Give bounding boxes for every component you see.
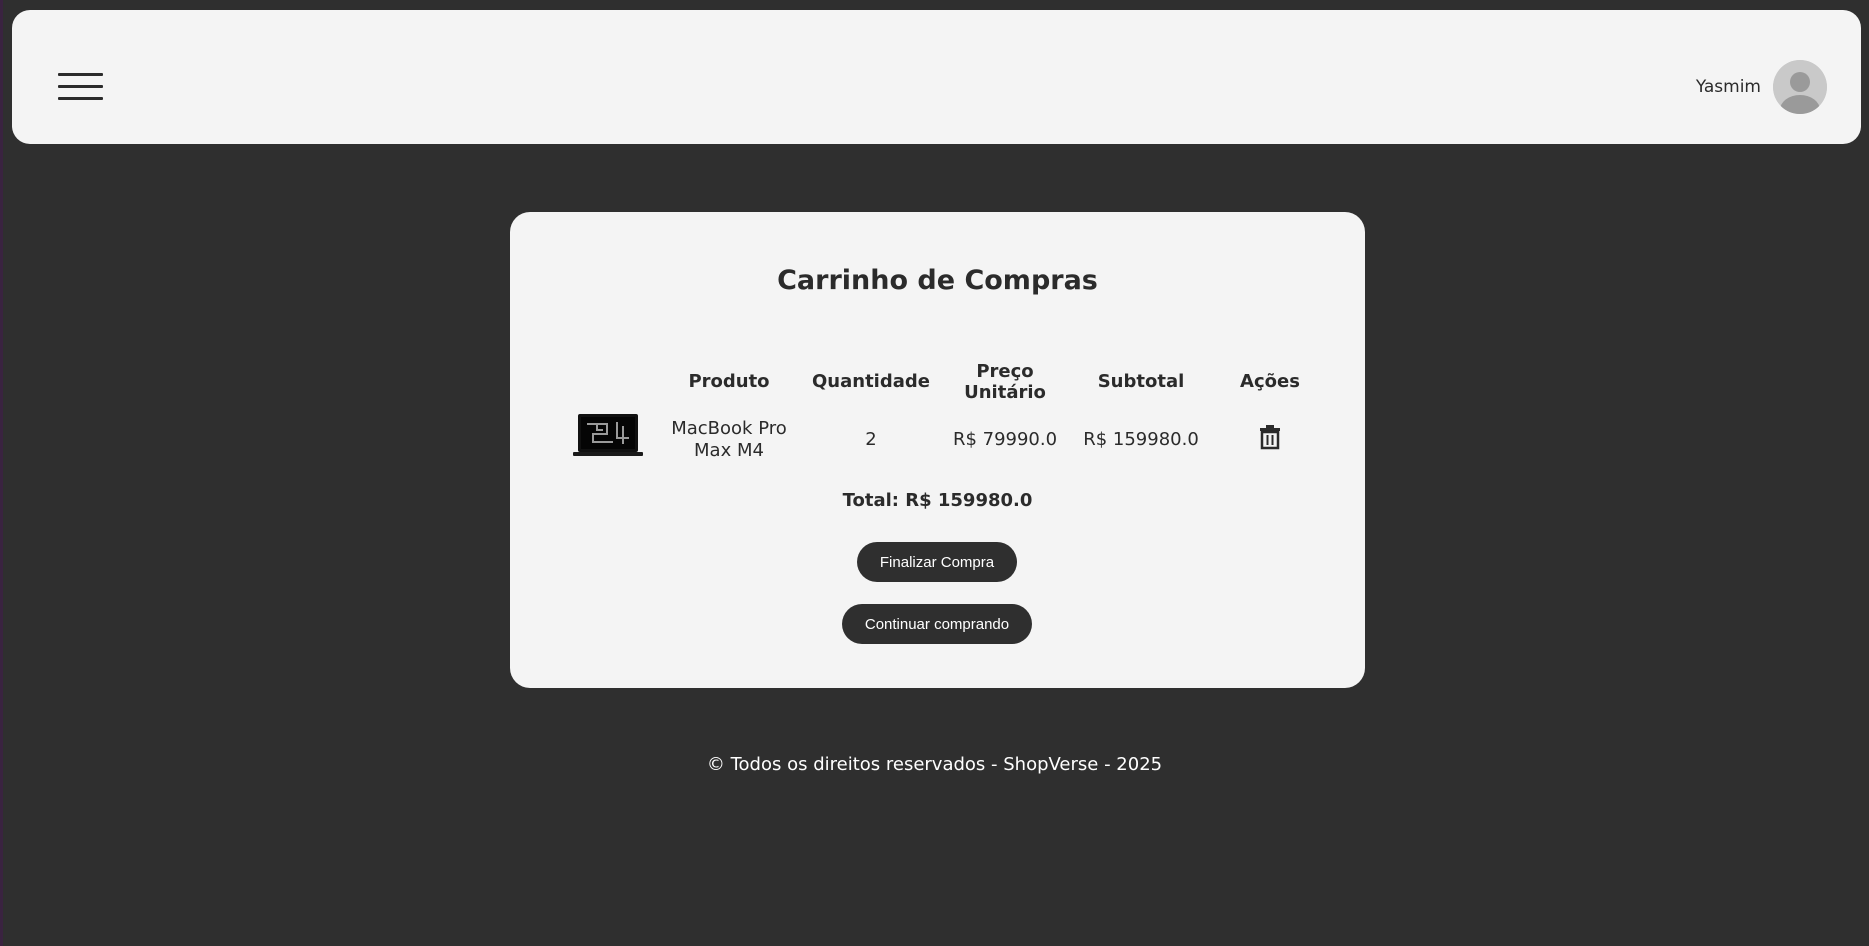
column-header-unit-price-line1: Preço: [976, 361, 1034, 382]
trash-icon[interactable]: [1257, 424, 1283, 450]
page-title: Carrinho de Compras: [777, 265, 1098, 296]
item-quantity: 2: [865, 429, 877, 450]
hamburger-menu-icon[interactable]: [58, 73, 103, 101]
footer-copyright: © Todos os direitos reservados - ShopVer…: [706, 754, 1163, 775]
top-header: Yasmim: [12, 10, 1861, 144]
item-unit-price: R$ 79990.0: [952, 429, 1058, 450]
column-header-subtotal: Subtotal: [1097, 371, 1185, 392]
column-header-product: Produto: [688, 371, 770, 392]
finalize-purchase-button[interactable]: Finalizar Compra: [857, 542, 1017, 582]
column-header-unit-price: Preço Unitário: [950, 361, 1060, 403]
product-name-line2: Max M4: [694, 440, 764, 461]
continue-shopping-button[interactable]: Continuar comprando: [842, 604, 1032, 644]
user-name: Yasmim: [1695, 76, 1761, 97]
user-avatar-icon[interactable]: [1773, 59, 1827, 114]
column-header-quantity: Quantidade: [812, 371, 930, 392]
user-profile[interactable]: Yasmim: [1696, 59, 1827, 114]
cart-card: Carrinho de Compras Produto Quantidade P…: [510, 212, 1365, 688]
product-name-line1: MacBook Pro: [671, 418, 787, 439]
item-subtotal: R$ 159980.0: [1083, 429, 1199, 450]
column-header-actions: Ações: [1240, 371, 1300, 392]
window-edge: [0, 0, 3, 946]
column-header-unit-price-line2: Unitário: [964, 382, 1046, 403]
cart-total: Total: R$ 159980.0: [842, 490, 1033, 511]
table-row: MacBook Pro Max M4: [664, 418, 794, 462]
product-image: [573, 412, 643, 458]
